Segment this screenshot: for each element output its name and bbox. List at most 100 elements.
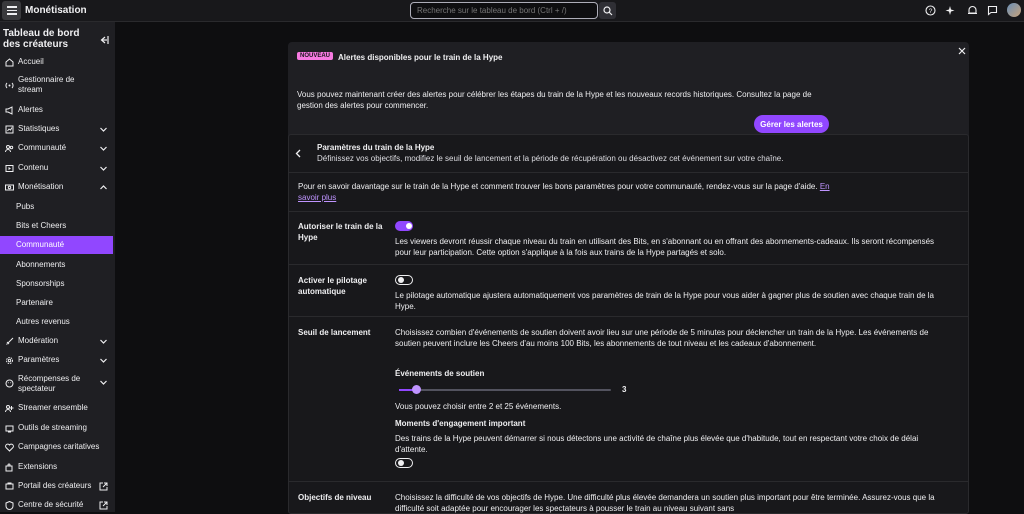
announcement-banner: NOUVEAU Alertes disponibles pour le trai… [288,42,969,141]
sidebar-subitem-label: Autres revenus [16,317,70,326]
sidebar-item-statistiques[interactable]: Statistiques [0,123,113,135]
external-link-icon [99,482,108,490]
search-button[interactable] [599,2,616,19]
sidebar-item-label: Modération [18,336,59,345]
help-info-text: Pour en savoir davantage sur le train de… [298,182,818,191]
autopilot-toggle[interactable] [395,275,413,285]
support-events-slider[interactable] [399,385,611,394]
new-badge: NOUVEAU [297,52,334,60]
help-icon[interactable]: ? [924,4,937,17]
moments-title: Moments d'engagement important [395,419,526,428]
megaphone-icon [4,105,14,115]
chevron-up-icon [100,184,107,189]
chevron-down-icon [100,339,107,344]
sidebar-subitem-communaute[interactable]: Communauté [0,236,113,254]
sidebar-item-streamer-ensemble[interactable]: Streamer ensemble [0,402,113,414]
sidebar-item-label: Statistiques [18,124,60,133]
sidebar-subitem-label: Bits et Cheers [16,221,67,230]
sidebar-item-label: Monétisation [18,182,64,191]
hype-train-settings-panel: Paramètres du train de la Hype Définisse… [288,134,969,514]
setting-label: Autoriser le train de la Hype [298,222,383,242]
sidebar-item-securite[interactable]: Centre de sécurité [0,499,113,511]
broadcast-icon [4,80,14,90]
support-events-title: Événements de soutien [395,369,485,378]
sidebar-item-communaute[interactable]: Communauté [0,142,113,154]
main-content: NOUVEAU Alertes disponibles pour le trai… [115,22,1024,514]
toggle-knob [398,460,404,466]
slider-value: 3 [622,385,627,394]
slider-handle[interactable] [412,385,422,394]
moments-description: Des trains de la Hype peuvent démarrer s… [395,434,919,454]
sidebar-item-recompenses[interactable]: Récompenses de spectateur [0,372,113,394]
setting-label: Seuil de lancement [298,328,371,337]
moments-toggle[interactable] [395,458,413,468]
community-icon [4,143,14,153]
notifications-icon[interactable] [966,4,979,17]
sidebar-item-contenu[interactable]: Contenu [0,162,113,174]
page-title: Monétisation [25,5,87,16]
sidebar-item-label: Gestionnaire de stream [18,75,75,94]
sidebar-subitem-label: Pubs [16,202,35,211]
sidebar-subitem-label: Partenaire [16,298,53,307]
sidebar-item-moderation[interactable]: Modération [0,335,113,347]
sidebar-subitem-pubs[interactable]: Pubs [0,200,113,214]
setting-description: Choisissez combien d'événements de souti… [395,328,929,348]
setting-label: Activer le pilotage automatique [298,276,367,296]
sidebar-item-outils[interactable]: Outils de streaming [0,422,113,434]
back-icon[interactable] [294,149,303,158]
money-icon [4,182,14,192]
sidebar-item-label: Streamer ensemble [18,403,88,412]
sidebar-item-portail[interactable]: Portail des créateurs [0,480,113,492]
sidebar-item-parametres[interactable]: Paramètres [0,354,113,366]
chevron-down-icon [100,146,107,151]
content-icon [4,163,14,173]
collapse-icon[interactable] [98,34,110,46]
banner-text: Vous pouvez maintenant créer des alertes… [297,90,812,110]
menu-icon[interactable] [2,1,21,20]
authorize-toggle[interactable] [395,221,413,231]
sidebar-subitem-abonnements[interactable]: Abonnements [0,258,113,272]
charity-icon [4,442,14,452]
slider-range-text: Vous pouvez choisir entre 2 et 25 événem… [395,402,562,411]
sidebar-item-label: Communauté [18,143,67,152]
avatar[interactable] [1007,3,1021,17]
sidebar-subitem-partenaire[interactable]: Partenaire [0,296,113,310]
setting-row-goals: Objectifs de niveau Choisissez la diffic… [289,481,968,513]
safety-icon [4,500,14,510]
sidebar-item-campagnes[interactable]: Campagnes caritatives [0,441,113,453]
sidebar-item-alertes[interactable]: Alertes [0,104,113,116]
help-info: Pour en savoir davantage sur le train de… [298,181,838,203]
setting-description: Le pilotage automatique ajustera automat… [395,291,935,311]
setting-label: Objectifs de niveau [298,493,372,502]
sidebar-item-label: Récompenses de spectateur [18,374,81,393]
setting-row-autopilot: Activer le pilotage automatique Le pilot… [289,264,968,316]
sidebar-subitem-bits[interactable]: Bits et Cheers [0,219,113,233]
manage-alerts-button[interactable]: Gérer les alertes [754,115,829,133]
sidebar: Tableau de bord des créateurs Accueil Ge… [0,22,115,512]
setting-description: Les viewers devront réussir chaque nivea… [395,237,935,257]
panel-subtitle: Définissez vos objectifs, modifiez le se… [317,154,784,163]
panel-title: Paramètres du train de la Hype [317,143,435,152]
sidebar-subitem-label: Sponsorships [16,279,65,288]
setting-row-authorize: Autoriser le train de la Hype Les viewer… [289,211,968,264]
home-icon [4,57,14,67]
sidebar-item-extensions[interactable]: Extensions [0,461,113,473]
chart-icon [4,124,14,134]
sidebar-subitem-autres-revenus[interactable]: Autres revenus [0,315,113,329]
chevron-down-icon [100,127,107,132]
search-input[interactable] [410,2,598,19]
close-icon[interactable] [958,47,966,55]
sidebar-item-label: Contenu [18,163,49,172]
sidebar-subitem-sponsorships[interactable]: Sponsorships [0,277,113,291]
sidebar-item-gestionnaire[interactable]: Gestionnaire de stream [0,74,113,96]
banner-title: Alertes disponibles pour le train de la … [338,53,503,62]
sparkle-icon[interactable] [944,4,957,17]
stream-together-icon [4,403,14,413]
sidebar-item-monetisation[interactable]: Monétisation [0,181,113,193]
whispers-icon[interactable] [986,4,999,17]
reward-icon [4,378,14,388]
chevron-down-icon [100,166,107,171]
setting-description: Choisissez la difficulté de vos objectif… [395,493,935,513]
chevron-down-icon [100,380,107,385]
sidebar-item-accueil[interactable]: Accueil [0,56,113,68]
